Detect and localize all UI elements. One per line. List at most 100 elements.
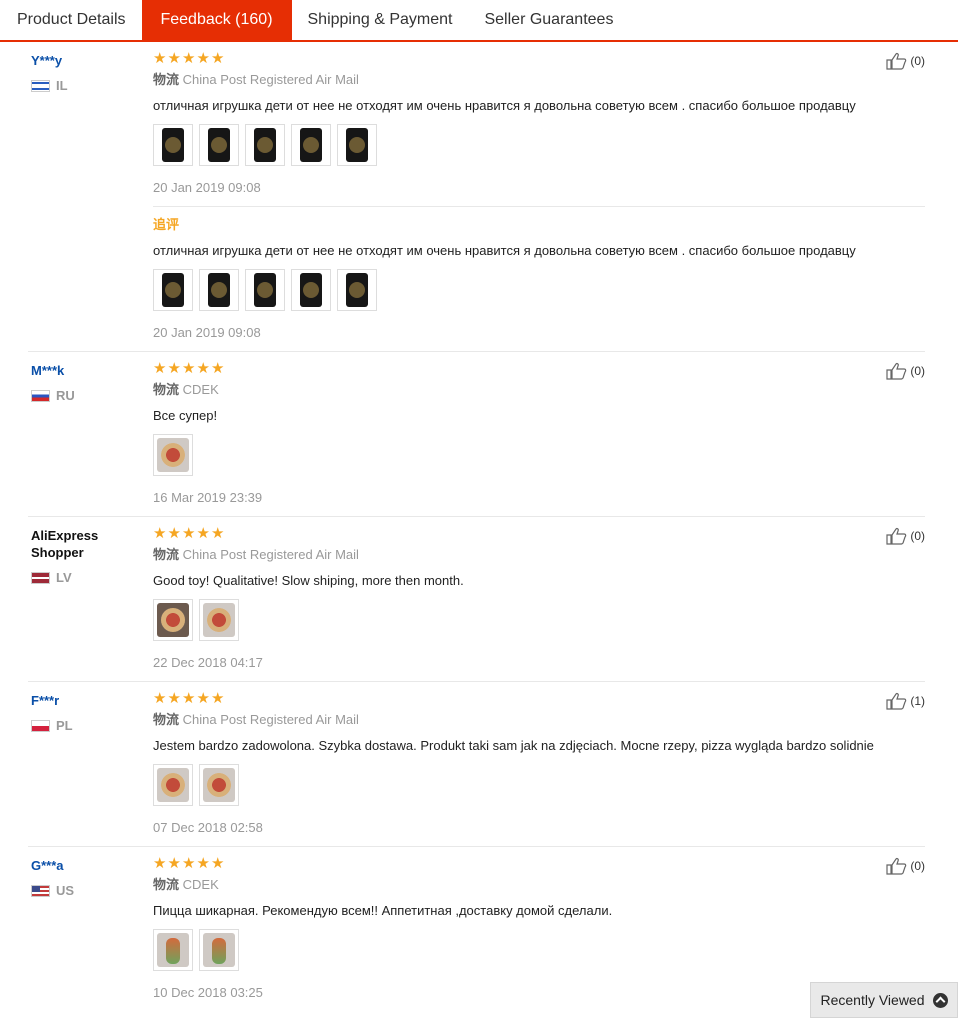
- star-icon: ★: [153, 855, 167, 872]
- star-icon: ★: [167, 690, 181, 707]
- star-icon: ★: [182, 855, 196, 872]
- star-icon: ★: [153, 525, 167, 542]
- helpful-count: (1): [910, 694, 925, 708]
- review-photo[interactable]: [199, 599, 239, 641]
- star-icon: ★: [153, 50, 167, 67]
- reviewer-name[interactable]: F***r: [31, 692, 141, 709]
- feedback-list: Y***y IL ★ ★ ★ ★ ★ 物流 China Post Registered …: [0, 42, 958, 1011]
- star-icon: ★: [196, 690, 210, 707]
- review-photo[interactable]: [153, 269, 193, 311]
- feedback-item: M***k RU ★ ★ ★ ★ ★ 物流 CDEK Все супер! 16 Mar…: [28, 352, 925, 517]
- review-body: ★ ★ ★ ★ ★ 物流 China Post Registered Air Mail …: [153, 682, 925, 846]
- review-photo[interactable]: [245, 124, 285, 166]
- reviewer-info: F***r PL: [31, 692, 141, 733]
- helpful-button[interactable]: (1): [886, 692, 925, 710]
- chevron-up-icon: [932, 992, 948, 1008]
- tab-bar: Product Details Feedback (160) Shipping …: [0, 0, 958, 42]
- shipping-method: 物流 China Post Registered Air Mail: [153, 72, 925, 88]
- reviewer-name[interactable]: G***a: [31, 857, 141, 874]
- star-icon: ★: [211, 360, 225, 377]
- followup-review: 追评 отличная игрушка дети от нее не отход…: [153, 206, 925, 341]
- flag-us-icon: [31, 884, 50, 897]
- tab-shipping-payment[interactable]: Shipping & Payment: [292, 0, 469, 40]
- review-body: ★ ★ ★ ★ ★ 物流 China Post Registered Air Mail …: [153, 517, 925, 681]
- review-photo[interactable]: [199, 764, 239, 806]
- star-icon: ★: [196, 855, 210, 872]
- star-icon: ★: [196, 525, 210, 542]
- review-date: 20 Jan 2019 09:08: [153, 180, 261, 195]
- helpful-button[interactable]: (0): [886, 362, 925, 380]
- feedback-item: Y***y IL ★ ★ ★ ★ ★ 物流 China Post Registered …: [28, 42, 925, 352]
- star-icon: ★: [211, 525, 225, 542]
- review-photo[interactable]: [153, 124, 193, 166]
- reviewer-info: M***k RU: [31, 362, 141, 403]
- helpful-count: (0): [910, 859, 925, 873]
- country-code: PL: [56, 718, 73, 733]
- review-photo[interactable]: [337, 269, 377, 311]
- followup-label: 追评: [153, 217, 180, 232]
- star-icon: ★: [182, 525, 196, 542]
- star-icon: ★: [182, 690, 196, 707]
- helpful-button[interactable]: (0): [886, 527, 925, 545]
- reviewer-name[interactable]: Y***y: [31, 52, 141, 69]
- star-icon: ★: [196, 50, 210, 67]
- review-photo[interactable]: [245, 269, 285, 311]
- shipping-value: China Post Registered Air Mail: [182, 712, 359, 727]
- review-photos: [153, 929, 925, 971]
- review-photo[interactable]: [153, 434, 193, 476]
- review-photo[interactable]: [291, 269, 331, 311]
- review-photo[interactable]: [337, 124, 377, 166]
- review-photo[interactable]: [199, 929, 239, 971]
- star-icon: ★: [167, 855, 181, 872]
- reviewer-info: Y***y IL: [31, 52, 141, 93]
- thumbs-up-icon: [886, 528, 907, 545]
- star-icon: ★: [182, 360, 196, 377]
- tab-seller-guarantees[interactable]: Seller Guarantees: [468, 0, 629, 40]
- review-body: ★ ★ ★ ★ ★ 物流 China Post Registered Air Mail …: [153, 42, 925, 351]
- review-date: 07 Dec 2018 02:58: [153, 820, 263, 835]
- helpful-button[interactable]: (0): [886, 857, 925, 875]
- thumbs-up-icon: [886, 53, 907, 70]
- review-text: Good toy! Qualitative! Slow shiping, mor…: [153, 573, 464, 588]
- reviewer-country: LV: [31, 570, 141, 585]
- review-photos: [153, 599, 925, 641]
- shipping-method: 物流 China Post Registered Air Mail: [153, 547, 925, 563]
- recently-viewed-label: Recently Viewed: [820, 992, 925, 1008]
- reviewer-country: PL: [31, 718, 141, 733]
- reviewer-name: AliExpress Shopper: [31, 528, 99, 560]
- star-icon: ★: [167, 525, 181, 542]
- shipping-value: China Post Registered Air Mail: [182, 547, 359, 562]
- review-photo[interactable]: [153, 599, 193, 641]
- recently-viewed-button[interactable]: Recently Viewed: [810, 982, 958, 1018]
- review-text: Все супер!: [153, 408, 218, 423]
- star-rating: ★ ★ ★ ★ ★: [153, 690, 925, 707]
- review-photo[interactable]: [199, 269, 239, 311]
- shipping-label: 物流: [153, 72, 180, 87]
- reviewer-country: RU: [31, 388, 141, 403]
- feedback-item: AliExpress Shopper LV ★ ★ ★ ★ ★ 物流 China Pos…: [28, 517, 925, 682]
- country-code: IL: [56, 78, 68, 93]
- helpful-count: (0): [910, 364, 925, 378]
- tab-feedback[interactable]: Feedback (160): [141, 0, 292, 42]
- feedback-item: G***a US ★ ★ ★ ★ ★ 物流 CDEK Пицца шикарная. Р…: [28, 847, 925, 1011]
- shipping-label: 物流: [153, 382, 180, 397]
- review-photo[interactable]: [291, 124, 331, 166]
- star-icon: ★: [211, 690, 225, 707]
- review-photo[interactable]: [199, 124, 239, 166]
- tab-product-details[interactable]: Product Details: [0, 0, 142, 40]
- review-photo[interactable]: [153, 929, 193, 971]
- review-body: ★ ★ ★ ★ ★ 物流 CDEK Все супер! 16 Mar 2019 23:…: [153, 352, 925, 516]
- flag-pl-icon: [31, 719, 50, 732]
- star-icon: ★: [167, 50, 181, 67]
- review-date: 16 Mar 2019 23:39: [153, 490, 263, 505]
- country-code: US: [56, 883, 75, 898]
- shipping-label: 物流: [153, 712, 180, 727]
- flag-ru-icon: [31, 389, 50, 402]
- review-photo[interactable]: [153, 764, 193, 806]
- flag-il-icon: [31, 79, 50, 92]
- shipping-label: 物流: [153, 547, 180, 562]
- reviewer-name[interactable]: M***k: [31, 362, 141, 379]
- star-icon: ★: [167, 360, 181, 377]
- helpful-button[interactable]: (0): [886, 52, 925, 70]
- star-icon: ★: [211, 855, 225, 872]
